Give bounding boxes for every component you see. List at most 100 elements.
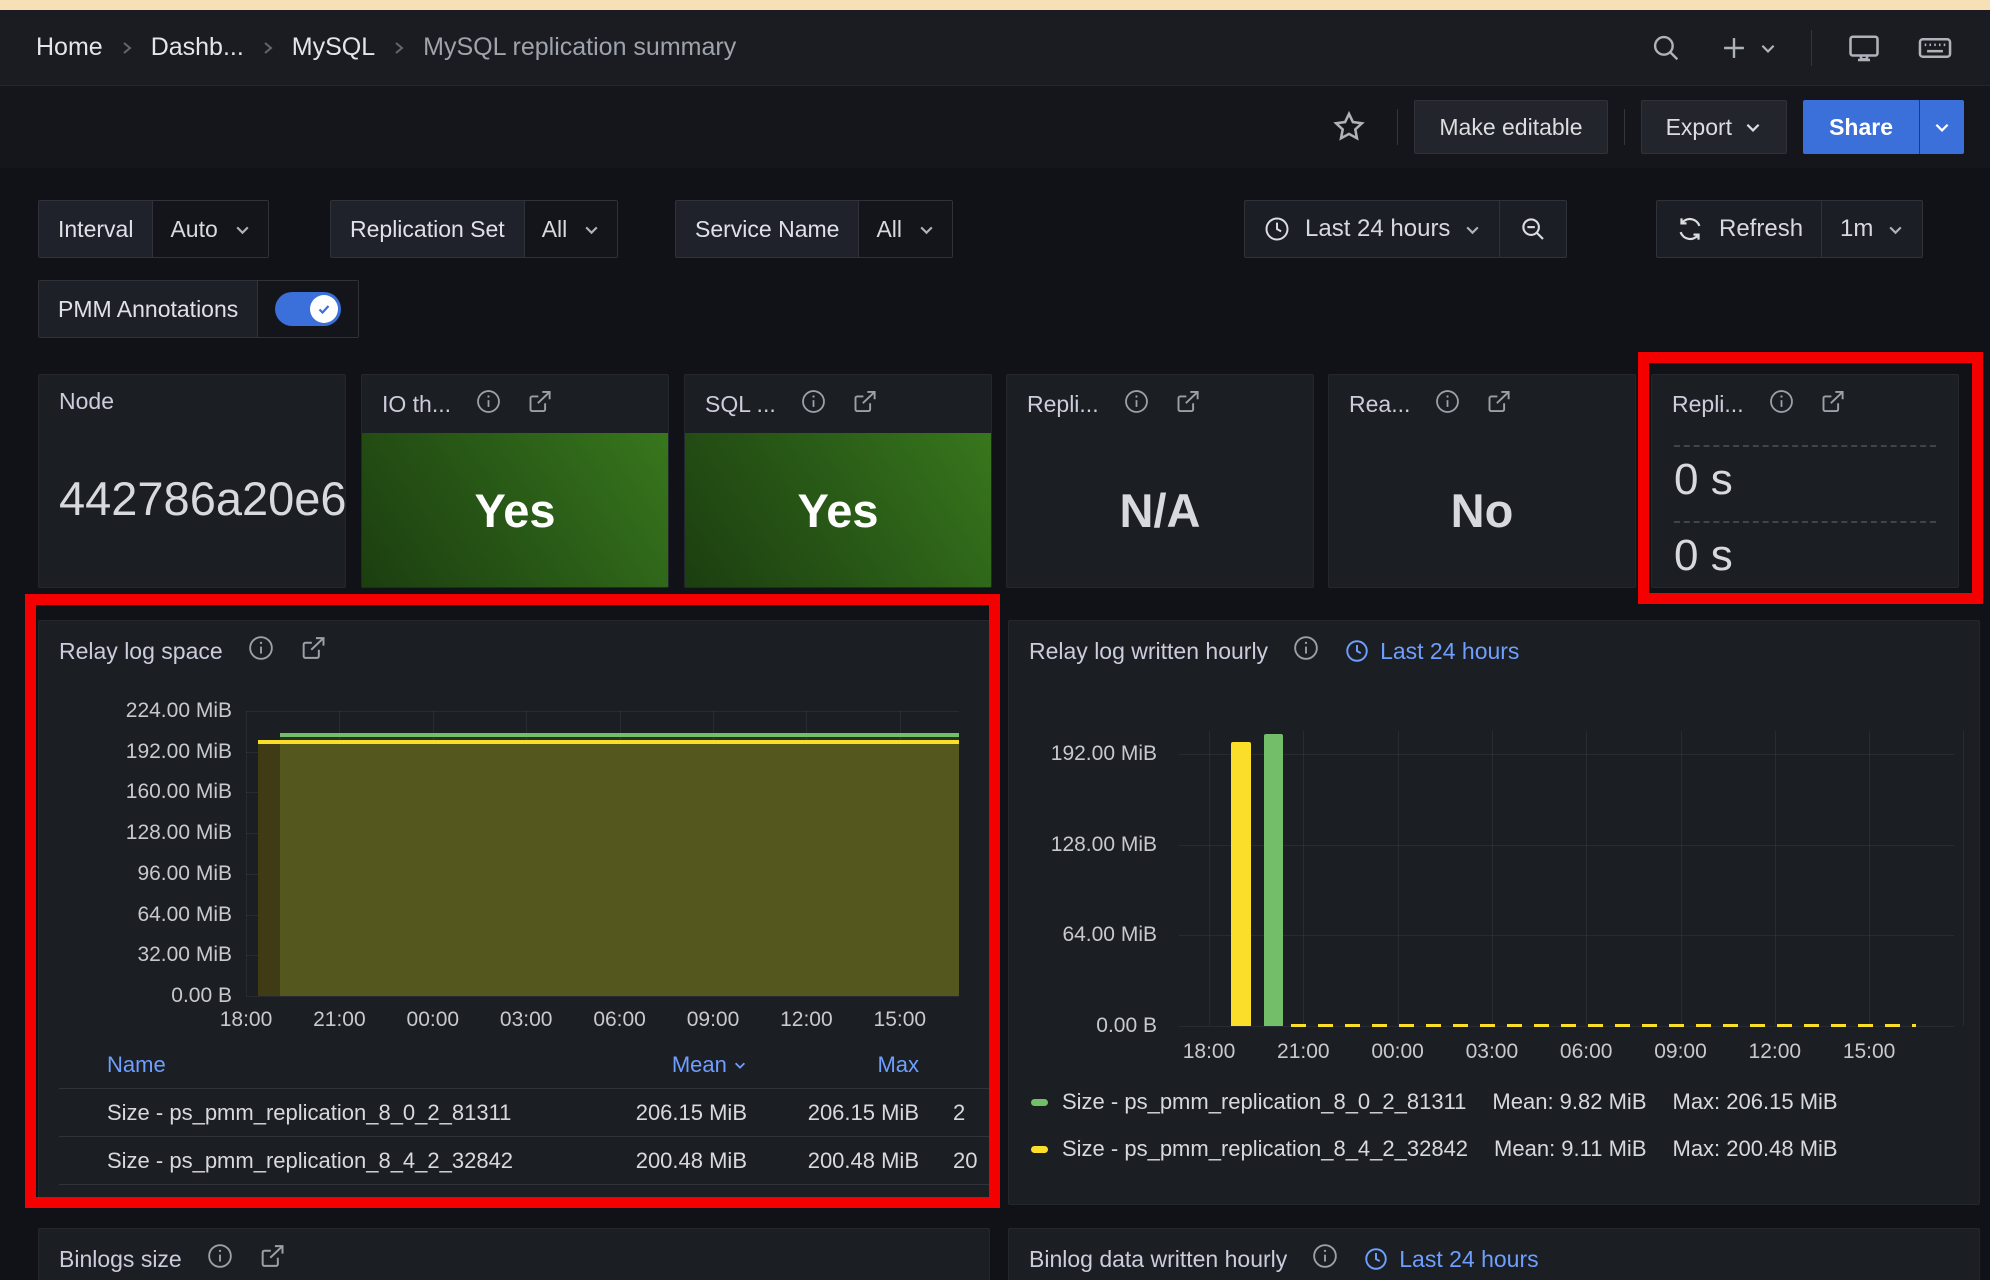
- relay-log-written-hourly-panel[interactable]: Relay log written hourly Last 24 hours 1…: [1008, 620, 1980, 1205]
- share-dropdown-button[interactable]: [1919, 100, 1964, 154]
- info-icon[interactable]: [206, 1242, 234, 1276]
- external-link-icon[interactable]: [1485, 388, 1512, 421]
- replication-set-select[interactable]: All: [524, 201, 618, 257]
- chevron-down-icon: [1887, 221, 1904, 238]
- stat-panel-replication-lag[interactable]: Repli... 0 s 0 s: [1651, 374, 1959, 588]
- stat-value: 442786a20e65: [59, 471, 346, 526]
- stat-panel-sql-thread[interactable]: SQL ... Yes: [684, 374, 992, 588]
- legend-series-name[interactable]: Size - ps_pmm_replication_8_0_2_81311: [1062, 1089, 1466, 1115]
- legend-mean-value: 206.15 MiB: [636, 1100, 747, 1126]
- panel-title: SQL ...: [705, 391, 776, 418]
- panel-time-range-label: Last 24 hours: [1399, 1246, 1538, 1273]
- info-icon[interactable]: [247, 634, 275, 668]
- breadcrumb-dashboards[interactable]: Dashb...: [151, 33, 244, 62]
- stat-sub-row: 0 s: [1674, 445, 1936, 505]
- monitor-icon[interactable]: [1846, 30, 1882, 66]
- panel-time-range-link[interactable]: Last 24 hours: [1363, 1246, 1538, 1273]
- panel-title: IO th...: [382, 391, 451, 418]
- gridline: [1586, 731, 1587, 1026]
- chevron-down-icon: [1933, 118, 1951, 136]
- stat-panel-replication[interactable]: Repli... N/A: [1006, 374, 1314, 588]
- make-editable-button[interactable]: Make editable: [1414, 100, 1607, 154]
- breadcrumb: Home Dashb... MySQL MySQL replication su…: [36, 33, 736, 62]
- relay-log-space-panel[interactable]: Relay log space 224.00 MiB192.00 MiB160.…: [38, 620, 990, 1205]
- service-name-value: All: [876, 216, 902, 243]
- top-accent-strip: [0, 0, 1990, 10]
- info-icon[interactable]: [1311, 1242, 1339, 1276]
- divider: [1811, 30, 1812, 66]
- chevron-down-icon: [727, 1052, 747, 1077]
- gridline: [1681, 731, 1682, 1026]
- export-label: Export: [1666, 114, 1732, 141]
- chevron-right-icon: [119, 40, 135, 56]
- pmm-annotations-toggle[interactable]: [257, 281, 358, 337]
- legend-col-name[interactable]: Name: [107, 1052, 597, 1078]
- divider: [59, 1184, 989, 1185]
- toggle-switch[interactable]: [275, 292, 341, 326]
- legend-series-name[interactable]: Size - ps_pmm_replication_8_4_2_32842: [107, 1148, 597, 1174]
- y-tick-label: 64.00 MiB: [1009, 923, 1157, 947]
- external-link-icon[interactable]: [299, 634, 327, 668]
- search-icon[interactable]: [1649, 31, 1683, 65]
- interval-select[interactable]: Auto: [152, 201, 267, 257]
- y-tick-label: 192.00 MiB: [47, 740, 232, 764]
- share-button[interactable]: Share: [1803, 100, 1919, 154]
- zoom-out-button[interactable]: [1500, 201, 1566, 257]
- time-range-button[interactable]: Last 24 hours: [1245, 201, 1499, 257]
- refresh-icon: [1675, 214, 1705, 244]
- binlogs-size-panel[interactable]: Binlogs size: [38, 1228, 990, 1280]
- info-icon[interactable]: [1123, 388, 1150, 421]
- legend-extra-value: 20: [919, 1148, 989, 1174]
- panel-title: Binlogs size: [59, 1246, 182, 1273]
- relay-log-space-plot[interactable]: [246, 711, 959, 996]
- info-icon[interactable]: [1292, 634, 1320, 668]
- legend-series-name[interactable]: Size - ps_pmm_replication_8_0_2_81311: [107, 1100, 597, 1126]
- panel-title: Repli...: [1672, 391, 1744, 418]
- service-name-select[interactable]: All: [858, 201, 952, 257]
- external-link-icon[interactable]: [1819, 388, 1846, 421]
- legend-max-value: 200.48 MiB: [808, 1148, 919, 1174]
- legend-col-max[interactable]: Max: [877, 1052, 919, 1078]
- toggle-knob: [310, 295, 338, 323]
- panel-time-range-label: Last 24 hours: [1380, 638, 1519, 665]
- bar-green[interactable]: [1264, 734, 1283, 1026]
- keyboard-icon[interactable]: [1916, 29, 1954, 67]
- refresh-picker: Refresh 1m: [1656, 200, 1923, 258]
- breadcrumb-mysql[interactable]: MySQL: [292, 33, 375, 62]
- stat-panel-io-thread[interactable]: IO th... Yes: [361, 374, 669, 588]
- legend-series-name[interactable]: Size - ps_pmm_replication_8_4_2_32842: [1062, 1136, 1468, 1162]
- panel-time-range-link[interactable]: Last 24 hours: [1344, 638, 1519, 665]
- add-panel-button[interactable]: [1717, 31, 1777, 65]
- info-icon[interactable]: [475, 388, 502, 421]
- info-icon[interactable]: [1434, 388, 1461, 421]
- external-link-icon[interactable]: [851, 388, 878, 421]
- stat-panel-node[interactable]: Node 442786a20e65: [38, 374, 346, 588]
- external-link-icon[interactable]: [526, 388, 553, 421]
- relay-log-written-plot[interactable]: [1179, 731, 1954, 1026]
- panel-title: Relay log space: [59, 638, 223, 665]
- stat-panel-read-only[interactable]: Rea... No: [1328, 374, 1636, 588]
- stat-sub-row: 0 s: [1674, 521, 1936, 581]
- legend-extra-value: 2: [919, 1100, 989, 1126]
- legend-col-mean[interactable]: Mean: [672, 1052, 747, 1078]
- breadcrumb-current: MySQL replication summary: [423, 33, 736, 62]
- external-link-icon[interactable]: [258, 1242, 286, 1276]
- legend-swatch: [59, 1148, 107, 1174]
- bar-yellow[interactable]: [1231, 742, 1251, 1026]
- export-button[interactable]: Export: [1641, 100, 1787, 154]
- info-icon[interactable]: [800, 388, 827, 421]
- refresh-interval-select[interactable]: 1m: [1822, 201, 1922, 257]
- replication-set-label: Replication Set: [331, 201, 524, 257]
- breadcrumb-home[interactable]: Home: [36, 33, 103, 62]
- x-tick-label: 03:00: [478, 1008, 574, 1032]
- panel-title: Node: [59, 388, 114, 415]
- refresh-button[interactable]: Refresh: [1657, 201, 1821, 257]
- nav-bar: Home Dashb... MySQL MySQL replication su…: [0, 10, 1990, 86]
- x-tick-label: 15:00: [852, 1008, 948, 1032]
- y-tick-label: 192.00 MiB: [1009, 742, 1157, 766]
- info-icon[interactable]: [1768, 388, 1795, 421]
- external-link-icon[interactable]: [1174, 388, 1201, 421]
- star-icon[interactable]: [1331, 109, 1367, 145]
- binlog-data-written-hourly-panel[interactable]: Binlog data written hourly Last 24 hours: [1008, 1228, 1980, 1280]
- x-tick-label: 12:00: [758, 1008, 854, 1032]
